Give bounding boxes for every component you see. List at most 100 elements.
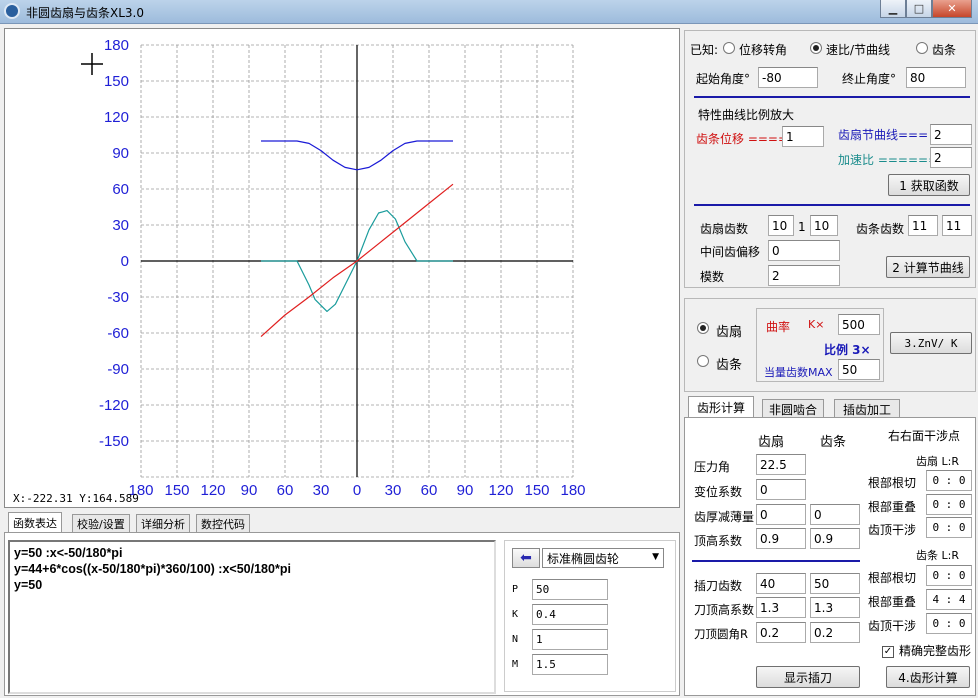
y-tick-label: 0 bbox=[121, 253, 129, 270]
addendum-coef-sector-input[interactable]: 0.9 bbox=[756, 528, 806, 549]
start-angle-input[interactable]: -80 bbox=[758, 67, 818, 88]
x-tick-label: 150 bbox=[164, 482, 189, 499]
x-tick-label: 150 bbox=[524, 482, 549, 499]
get-function-button[interactable]: 1 获取函数 bbox=[888, 174, 970, 196]
cutter-tip-radius-label: 刀顶圆角R bbox=[694, 627, 748, 641]
param-p-input[interactable]: 50 bbox=[532, 579, 608, 600]
param-label-k: K bbox=[512, 609, 519, 620]
end-angle-input[interactable]: 80 bbox=[906, 67, 966, 88]
rack-disp-input[interactable]: 1 bbox=[782, 126, 824, 147]
col-rack-heading: 齿条 bbox=[820, 435, 847, 450]
accel-ratio-input[interactable]: 2 bbox=[930, 147, 972, 168]
window-title: 非圆齿扇与齿条XL3.0 bbox=[26, 6, 144, 20]
x-tick-label: 90 bbox=[457, 482, 474, 499]
thickness-reduction-label: 齿厚减薄量 bbox=[694, 510, 755, 524]
sector-overlap-value: 0 : 0 bbox=[926, 494, 972, 515]
left-arrow-icon: ⬅ bbox=[520, 550, 532, 566]
tooth-profile-calc-button[interactable]: 4.齿形计算 bbox=[886, 666, 970, 688]
radio-label: 齿条 bbox=[716, 358, 743, 373]
interference-heading: 右右面干涉点 bbox=[888, 429, 961, 443]
rack-undercut-value: 0 : 0 bbox=[926, 565, 972, 586]
rack-teeth-b-input[interactable]: 11 bbox=[942, 215, 972, 236]
param-m-input[interactable]: 1.5 bbox=[532, 654, 608, 675]
col-sector-heading: 齿扇 bbox=[758, 435, 785, 450]
curvature-k-input[interactable]: 500 bbox=[838, 314, 880, 335]
radio-speed-ratio[interactable] bbox=[810, 42, 822, 57]
mid-offset-input[interactable]: 0 bbox=[768, 240, 840, 261]
gear-type-select[interactable]: 标准椭圆齿轮 ▼ bbox=[542, 548, 664, 568]
pressure-angle-input[interactable]: 22.5 bbox=[756, 454, 806, 475]
radio-label: 位移转角 bbox=[739, 43, 788, 57]
sector-teeth-a-input[interactable]: 10 bbox=[768, 215, 794, 236]
tab-detail-analysis[interactable]: 详细分析 bbox=[136, 514, 190, 533]
param-label-m: M bbox=[512, 659, 519, 670]
curvature-label: 曲率 bbox=[766, 320, 791, 334]
thickness-reduction-rack-input[interactable]: 0 bbox=[810, 504, 860, 525]
crosshair-cursor-icon bbox=[81, 53, 103, 75]
sector-lr-heading: 齿扇 L:R bbox=[916, 455, 959, 468]
cutter-tip-radius-rack-input[interactable]: 0.2 bbox=[810, 622, 860, 643]
radio-label: 齿扇 bbox=[716, 325, 743, 340]
param-n-input[interactable]: 1 bbox=[532, 629, 608, 650]
sector-tip-interference-value: 0 : 0 bbox=[926, 517, 972, 538]
radio-displacement-angle[interactable] bbox=[723, 42, 735, 57]
chevron-down-icon: ▼ bbox=[652, 552, 659, 562]
calc-pitch-curve-button[interactable]: 2 计算节曲线 bbox=[886, 256, 970, 278]
sector-teeth-b-input[interactable]: 10 bbox=[810, 215, 838, 236]
x-tick-label: 60 bbox=[277, 482, 294, 499]
radio-rack[interactable] bbox=[916, 42, 928, 57]
addendum-coef-label: 顶高系数 bbox=[694, 534, 743, 548]
ratio-label: 比例 3× bbox=[824, 343, 871, 357]
radio-rack-mode[interactable] bbox=[697, 355, 709, 370]
module-input[interactable]: 2 bbox=[768, 265, 840, 286]
x-tick-label: 120 bbox=[200, 482, 225, 499]
show-cutter-button[interactable]: 显示插刀 bbox=[756, 666, 860, 688]
cutter-teeth-sector-input[interactable]: 40 bbox=[756, 573, 806, 594]
rack-overlap-value: 4 : 4 bbox=[926, 589, 972, 610]
addendum-coef-rack-input[interactable]: 0.9 bbox=[810, 528, 860, 549]
y-tick-label: 180 bbox=[104, 37, 129, 54]
tab-function-expression[interactable]: 函数表达 bbox=[8, 512, 62, 533]
equiv-teeth-input[interactable]: 50 bbox=[838, 359, 880, 380]
radio-sector-mode[interactable] bbox=[697, 322, 709, 337]
interference-label: 根部重叠 bbox=[868, 500, 917, 514]
tab-gear-shaping[interactable]: 插齿加工 bbox=[834, 399, 901, 418]
separator bbox=[694, 96, 970, 98]
cutter-addendum-rack-input[interactable]: 1.3 bbox=[810, 597, 860, 618]
interference-label: 根部重叠 bbox=[868, 595, 917, 609]
precise-profile-checkbox[interactable]: ✓ bbox=[882, 643, 894, 658]
y-tick-label: 150 bbox=[104, 73, 129, 90]
apply-left-arrow-button[interactable]: ⬅ bbox=[512, 548, 540, 568]
x-tick-label: 30 bbox=[385, 482, 402, 499]
pressure-angle-label: 压力角 bbox=[694, 460, 731, 474]
module-label: 模数 bbox=[700, 270, 725, 284]
rack-teeth-a-input[interactable]: 11 bbox=[908, 215, 938, 236]
cutter-teeth-rack-input[interactable]: 50 bbox=[810, 573, 860, 594]
minimize-button[interactable]: ▁ bbox=[880, 0, 906, 18]
tab-tooth-profile-calc[interactable]: 齿形计算 bbox=[688, 396, 755, 417]
y-tick-label: -30 bbox=[107, 289, 129, 306]
sector-teeth-separator: 1 bbox=[798, 220, 806, 234]
znv-k-button[interactable]: 3.ZnV/ K bbox=[890, 332, 972, 354]
x-tick-labels: 180 150 120 90 60 30 0 30 60 90 120 150 180 bbox=[128, 482, 585, 499]
shift-coef-label: 变位系数 bbox=[694, 485, 743, 499]
shift-coef-input[interactable]: 0 bbox=[756, 479, 806, 500]
app-icon bbox=[4, 3, 20, 19]
cutter-addendum-label: 刀顶高系数 bbox=[694, 603, 755, 617]
equiv-teeth-label: 当量齿数MAX bbox=[764, 366, 833, 379]
function-editor[interactable]: y=50 :x<-50/180*pi y=44+6*cos((x-50/180*… bbox=[8, 540, 496, 694]
x-tick-label: 120 bbox=[488, 482, 513, 499]
cutter-tip-radius-sector-input[interactable]: 0.2 bbox=[756, 622, 806, 643]
graph-canvas[interactable]: 180 150 120 90 60 30 0 -30 -60 -90 -120 -150 180 150… bbox=[4, 28, 680, 508]
thickness-reduction-sector-input[interactable]: 0 bbox=[756, 504, 806, 525]
interference-label: 齿顶干涉 bbox=[868, 523, 917, 537]
cutter-addendum-sector-input[interactable]: 1.3 bbox=[756, 597, 806, 618]
tab-noncircular-mesh[interactable]: 非圆啮合 bbox=[762, 399, 825, 418]
close-button[interactable]: ✕ bbox=[932, 0, 972, 18]
y-tick-label: 60 bbox=[112, 181, 129, 198]
tab-check-settings[interactable]: 校验/设置 bbox=[72, 514, 130, 533]
sector-pitch-input[interactable]: 2 bbox=[930, 124, 972, 145]
tab-nc-code[interactable]: 数控代码 bbox=[196, 514, 250, 533]
param-k-input[interactable]: 0.4 bbox=[532, 604, 608, 625]
maximize-button[interactable]: □ bbox=[906, 0, 932, 18]
